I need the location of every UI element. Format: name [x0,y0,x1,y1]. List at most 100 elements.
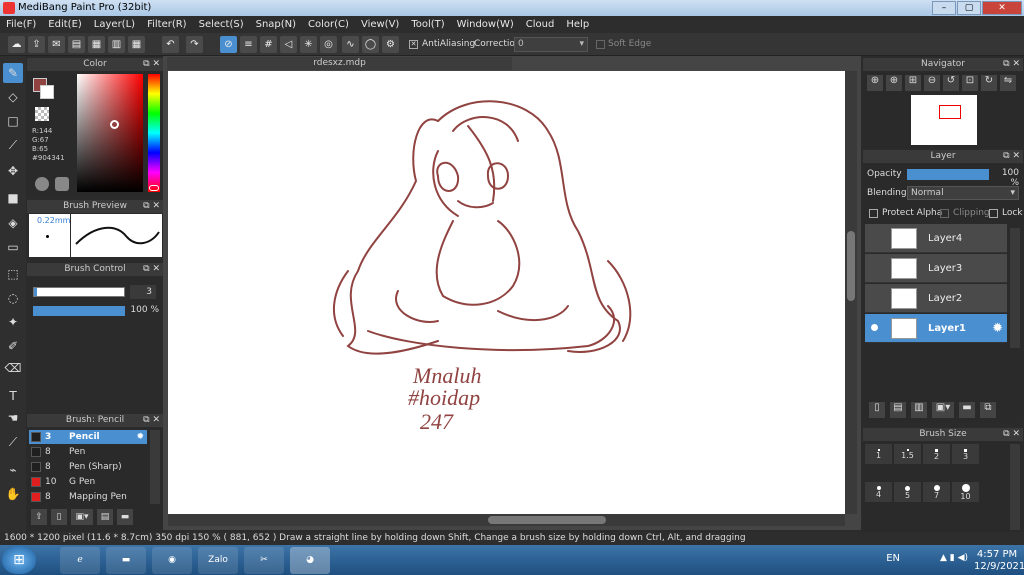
background-color-swatch[interactable] [40,85,54,99]
panel-close-icon[interactable]: ⧉ ✕ [143,263,160,276]
select-eraser-icon[interactable]: ⌫ [3,358,23,378]
menu-layer[interactable]: Layer(L) [88,16,141,33]
zoom-out-icon[interactable]: ⊖ [924,75,940,91]
layer-menu-icon[interactable]: ▣▾ [932,402,954,418]
new-layer-icon[interactable]: ▯ [869,402,885,418]
redo-icon[interactable]: ↷ [186,36,203,53]
divide-tool-icon[interactable]: ⟋ [3,432,23,452]
undo-icon[interactable]: ↶ [162,36,179,53]
close-button[interactable]: ✕ [982,1,1022,15]
bucket-tool-icon[interactable]: ◈ [3,213,23,233]
protect-alpha-checkbox[interactable] [869,209,878,218]
menu-color[interactable]: Color(C) [302,16,355,33]
panel-close-icon[interactable]: ⧉ ✕ [1003,150,1020,163]
brush-item-pen-sharp[interactable]: 8 Pen (Sharp) [29,460,147,474]
zoom-in-icon[interactable]: ⊕ [867,75,883,91]
zalo-icon[interactable]: Zalo [198,547,238,574]
soft-edge-checkbox[interactable] [596,40,605,49]
gear-icon[interactable]: ✹ [136,430,144,444]
menu-help[interactable]: Help [560,16,595,33]
brush-size-preset[interactable]: 3 [952,444,979,464]
menu-view[interactable]: View(V) [355,16,405,33]
menu-snap[interactable]: Snap(N) [250,16,302,33]
start-button[interactable]: ⊞ [2,546,36,574]
menu-file[interactable]: File(F) [0,16,42,33]
hue-slider[interactable] [148,74,160,192]
canvas-vertical-scrollbar[interactable] [845,71,857,514]
saturation-value-picker[interactable] [77,74,143,192]
minimize-button[interactable]: – [932,1,956,15]
duplicate-layer-icon[interactable]: ⧉ [980,402,996,418]
snap-off-icon[interactable]: ⊘ [220,36,237,53]
transparent-color-swatch[interactable] [35,107,49,121]
lasso-tool-icon[interactable]: ◌ [3,288,23,308]
brush-tool-icon[interactable]: ✎ [3,63,23,83]
select-rect-icon[interactable]: ⬚ [3,264,23,284]
copy-brush-icon[interactable]: ▤ [97,509,113,525]
brush-size-scrollbar[interactable] [1010,444,1020,530]
magic-wand-icon[interactable]: ✦ [3,312,23,332]
layer-row-layer3[interactable]: Layer3 [865,254,1007,283]
brush-size-preset[interactable]: 1 [865,444,892,464]
add-brush-icon[interactable]: ⇧ [31,509,47,525]
move-tool-icon[interactable]: ✥ [3,161,23,181]
text-tool-icon[interactable]: T [3,386,23,406]
document-tab[interactable]: rdesxz.mdp [167,57,512,70]
clipping-checkbox[interactable] [940,209,949,218]
brush-menu-icon[interactable]: ▣▾ [71,509,93,525]
layer-row-layer4[interactable]: Layer4 [865,224,1007,253]
horizontal-scroll-thumb[interactable] [488,516,606,524]
menu-select[interactable]: Select(S) [193,16,250,33]
comment-icon[interactable]: ✉ [48,36,65,53]
eyedropper-tool-icon[interactable]: ⌁ [3,460,23,480]
cloud-icon[interactable]: ☁ [8,36,25,53]
layer-list-scrollbar[interactable] [1010,228,1020,348]
canvas[interactable]: Mnaluh #hoidap 247 [168,71,845,514]
panel-close-icon[interactable]: ⧉ ✕ [1003,58,1020,71]
blending-select[interactable]: Normal ▾ [907,186,1019,200]
settings-icon[interactable]: ⚙ [382,36,399,53]
snipping-tool-icon[interactable]: ✂ [244,547,284,574]
hand-tool-icon[interactable]: ✋ [3,484,23,504]
operation-tool-icon[interactable]: ☚ [3,408,23,428]
antialiasing-checkbox[interactable]: ✕ [409,40,418,49]
menu-cloud[interactable]: Cloud [520,16,561,33]
vertical-scroll-thumb[interactable] [847,231,855,301]
folder-icon[interactable]: ▬ [117,509,133,525]
layer-row-layer2[interactable]: Layer2 [865,284,1007,313]
lock-checkbox[interactable] [989,209,998,218]
internet-explorer-icon[interactable]: ℯ [60,547,100,574]
rectangle-tool-icon[interactable]: □ [3,111,23,131]
medibang-taskbar-icon[interactable]: ◕ [290,547,330,574]
menu-edit[interactable]: Edit(E) [42,16,88,33]
brush-size-preset[interactable]: 10 [952,482,979,502]
brush-list-scrollbar[interactable] [150,430,160,504]
correction-select[interactable]: 0 ▾ [514,37,588,52]
brush-size-preset[interactable]: 7 [923,482,950,502]
hue-slider-handle[interactable] [149,185,159,191]
canvas-horizontal-scrollbar[interactable] [168,514,845,526]
page-icon[interactable]: ▦ [88,36,105,53]
vanishing-snap-icon[interactable]: ◁ [280,36,297,53]
brush-item-mapping-pen[interactable]: 8 Mapping Pen [29,490,147,504]
brush-item-pencil[interactable]: 3 Pencil ✹ [29,430,147,444]
color-history-icon[interactable] [55,177,69,191]
brush-size-slider[interactable] [33,287,125,297]
document-icon[interactable]: ▤ [68,36,85,53]
crisscross-snap-icon[interactable]: # [260,36,277,53]
shape-fill-icon[interactable]: ■ [3,188,23,208]
select-pen-icon[interactable]: ✐ [3,336,23,356]
panel-close-icon[interactable]: ⧉ ✕ [1003,428,1020,441]
gradient-tool-icon[interactable]: ▭ [3,237,23,257]
file-explorer-icon[interactable]: ▬ [106,547,146,574]
gear-icon[interactable]: ✹ [992,314,1003,343]
fit-window-icon[interactable]: ⊞ [905,75,921,91]
panel-close-icon[interactable]: ⧉ ✕ [143,58,160,71]
color-palette-icon[interactable] [35,177,49,191]
navigator-preview[interactable] [911,95,977,145]
curve-snap-icon[interactable]: ∿ [342,36,359,53]
brush-size-preset[interactable]: 4 [865,482,892,502]
navigator-viewport[interactable] [939,105,961,119]
pages-icon[interactable]: ▥ [108,36,125,53]
color-picker-cursor[interactable] [110,120,119,129]
